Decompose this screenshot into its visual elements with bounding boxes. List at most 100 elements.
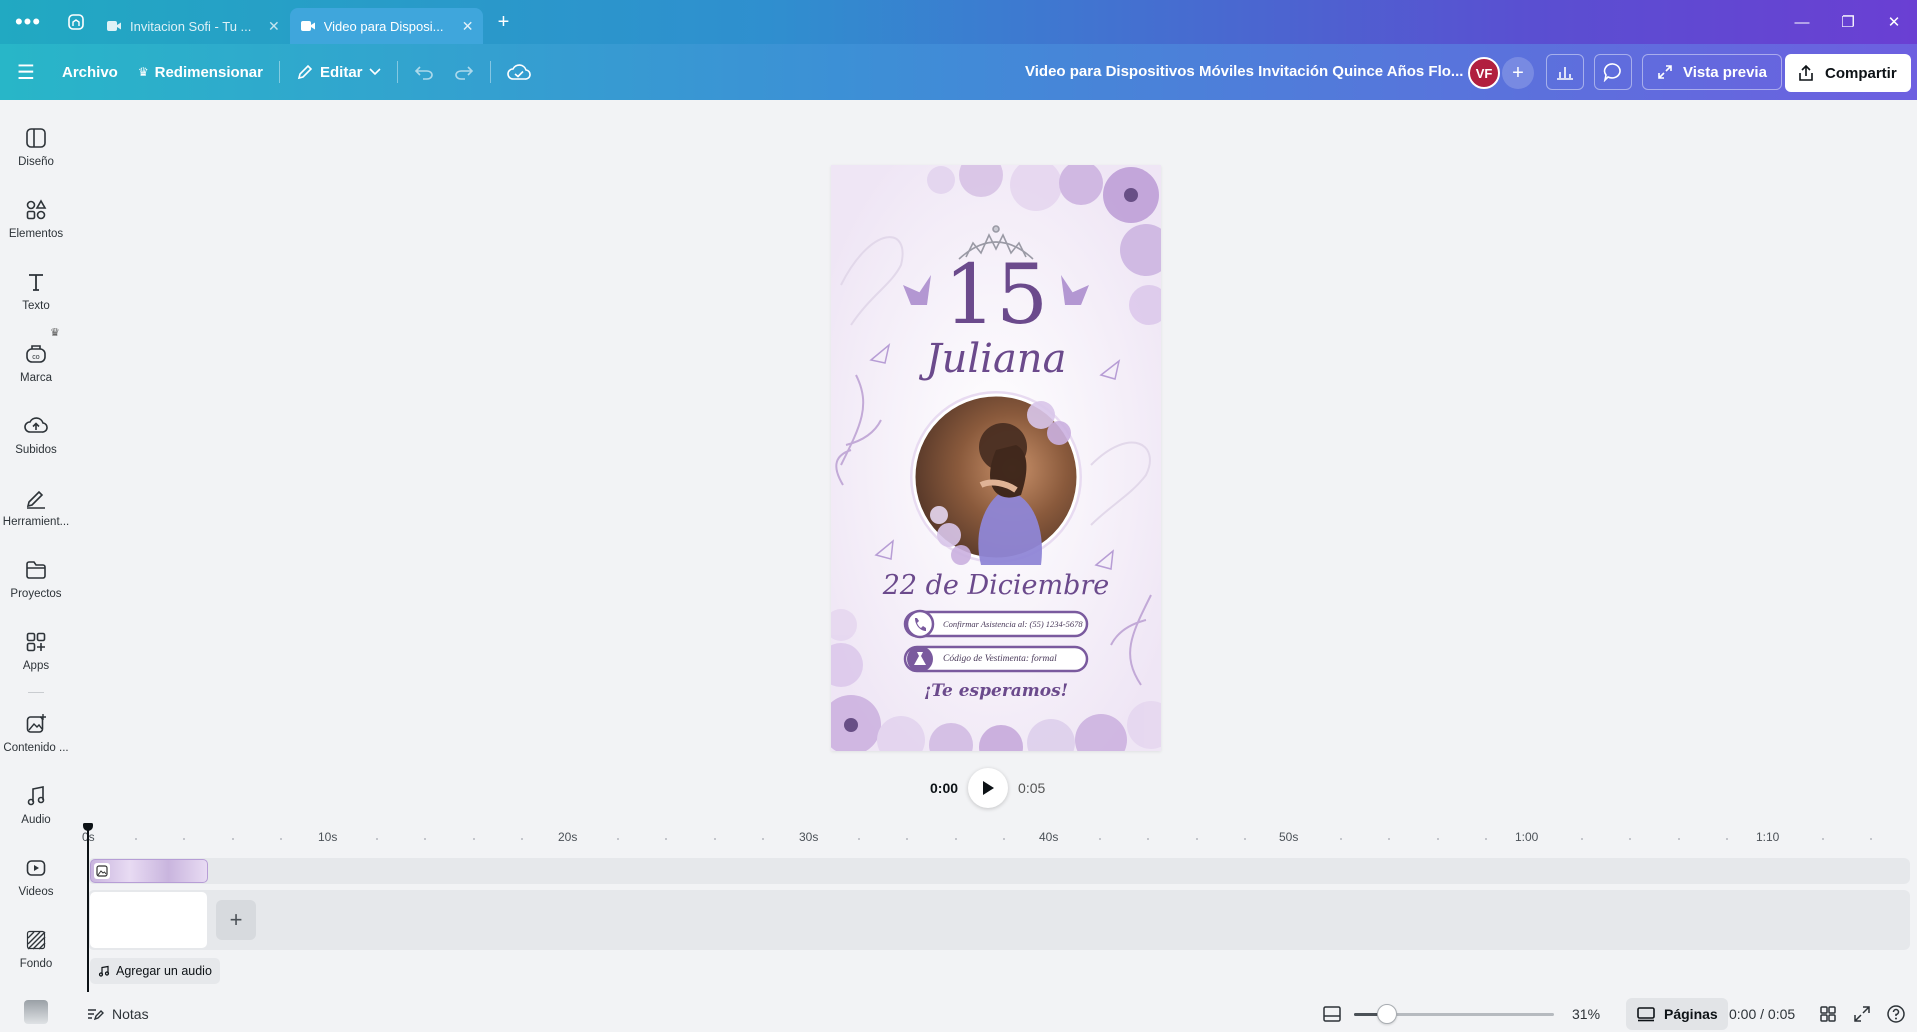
page-track[interactable] [88,890,1910,950]
vista-previa-button[interactable]: Vista previa [1642,54,1782,90]
home-icon[interactable] [56,0,96,44]
video-icon [107,21,121,31]
close-tab-icon[interactable]: ✕ [462,18,474,35]
sidebar-item-diseno[interactable]: Diseño [0,120,72,180]
document-title[interactable]: Video para Dispositivos Móviles Invitaci… [1025,44,1463,100]
redimensionar-label: Redimensionar [154,63,263,81]
sidebar-item-label: Apps [22,660,50,672]
zoom-slider-handle[interactable] [1377,1004,1397,1024]
closing-text[interactable]: ¡Te esperamos! [831,680,1161,702]
sidebar-item-subidos[interactable]: Subidos [0,408,72,468]
sidebar-item-texto[interactable]: Texto [0,264,72,324]
fit-view-icon[interactable] [1320,1002,1344,1026]
sidebar-item-fondo[interactable]: Fondo [0,922,72,982]
dress-code-text[interactable]: Código de Vestimenta: formal [943,654,1083,664]
upload-icon [24,417,48,433]
crown-icon: ♛ [137,65,149,79]
tab-label: Video para Disposi... [323,18,444,34]
sidebar-item-herramientas[interactable]: Herramient... [0,480,72,540]
timeline-ruler[interactable]: 0s 10s 20s 30s 40s 50s 1:00 1:10 [72,818,1917,848]
playback-controls: 0:00 0:05 [930,768,1045,808]
invitation-number[interactable]: 15 [831,255,1161,337]
sidebar-item-apps[interactable]: Apps [0,624,72,684]
timeline-tick [135,838,137,840]
minimize-icon[interactable]: — [1779,0,1825,44]
compartir-button[interactable]: Compartir [1785,54,1911,92]
timeline-tick [1388,838,1390,840]
sidebar-item-elementos[interactable]: Elementos [0,192,72,252]
insights-icon[interactable] [1546,54,1584,90]
image-icon [94,863,110,879]
divider [28,692,44,693]
redo-icon[interactable] [444,52,484,92]
rsvp-text[interactable]: Confirmar Asistencia al: (55) 1234-5678 [943,619,1083,629]
add-page-button[interactable]: + [216,900,256,940]
fullscreen-icon[interactable] [1850,1002,1874,1026]
background-clip[interactable] [90,859,208,883]
tick-label: 40s [1039,830,1059,844]
hamburger-menu-icon[interactable]: ☰ [0,52,52,92]
grid-view-icon[interactable] [1816,1002,1840,1026]
tick-label: 30s [799,830,819,844]
timeline-tick [1147,838,1149,840]
text-icon [29,274,43,291]
pages-icon [1637,1007,1655,1022]
play-button[interactable] [968,768,1009,808]
pencil-icon [297,64,313,80]
tick-label: 20s [558,830,578,844]
restore-icon[interactable]: ❐ [1825,0,1871,44]
timeline-tick [1726,838,1728,840]
timeline-tick [232,838,234,840]
invitation-date[interactable]: 22 de Diciembre [831,569,1161,603]
close-window-icon[interactable]: ✕ [1871,0,1917,44]
page-thumbnail[interactable] [90,892,207,948]
play-icon [983,781,995,795]
tab-label: Invitacion Sofi - Tu ... [130,18,252,34]
timeline-tick [1678,838,1680,840]
playhead[interactable] [87,826,89,992]
notes-icon [88,1009,104,1021]
timeline-tick [1485,838,1487,840]
music-icon [27,786,45,806]
sidebar-item-contenido[interactable]: Contenido ... [0,706,72,766]
timeline-tick [521,838,523,840]
timeline-tick [1822,838,1824,840]
notes-button[interactable]: Notas [86,996,149,1032]
archivo-button[interactable]: Archivo [52,52,128,92]
chevron-down-icon [368,68,381,76]
redimensionar-button[interactable]: ♛ Redimensionar [128,52,273,92]
close-tab-icon[interactable]: ✕ [268,18,280,35]
editar-label: Editar [320,63,363,81]
folder-icon [26,561,46,579]
sidebar-item-label: Elementos [8,228,64,240]
new-tab-icon[interactable]: + [483,11,523,34]
design-canvas[interactable]: 15 Juliana 22 de Diciembre Confirmar Asi… [831,165,1161,751]
add-collaborator-icon[interactable]: + [1502,57,1534,89]
timeline-tick [617,838,619,840]
divider [279,61,280,83]
sidebar-item-videos[interactable]: Videos [0,850,72,910]
timeline-tick [955,838,957,840]
pages-button[interactable]: Páginas [1626,998,1728,1030]
add-audio-button[interactable]: Agregar un audio [90,958,220,984]
comments-icon[interactable] [1594,54,1632,90]
sidebar-item-marca[interactable]: co Marca [0,336,72,396]
background-icon [26,930,46,950]
help-icon[interactable] [1884,1002,1908,1026]
tab-invitacion-sofi[interactable]: Invitacion Sofi - Tu ... ✕ [96,8,290,44]
editor-toolbar: ☰ Archivo ♛ Redimensionar Editar Video p… [0,44,1917,100]
sidebar-item-proyectos[interactable]: Proyectos [0,552,72,612]
svg-text:co: co [32,354,40,361]
timeline-tick [376,838,378,840]
zoom-level[interactable]: 31% [1572,996,1600,1032]
avatar[interactable]: VF [1468,57,1500,89]
cloud-saved-icon[interactable] [497,52,541,92]
more-options-icon[interactable]: ••• [0,0,56,44]
editar-button[interactable]: Editar [286,52,391,92]
sidebar-item-label: Diseño [18,156,54,168]
undo-icon[interactable] [404,52,444,92]
sidebar-item-audio[interactable]: Audio [0,778,72,838]
background-track[interactable] [88,858,1910,884]
tab-video-dispositivos[interactable]: Video para Disposi... ✕ [289,8,484,44]
invitation-name[interactable]: Juliana [831,335,1161,383]
